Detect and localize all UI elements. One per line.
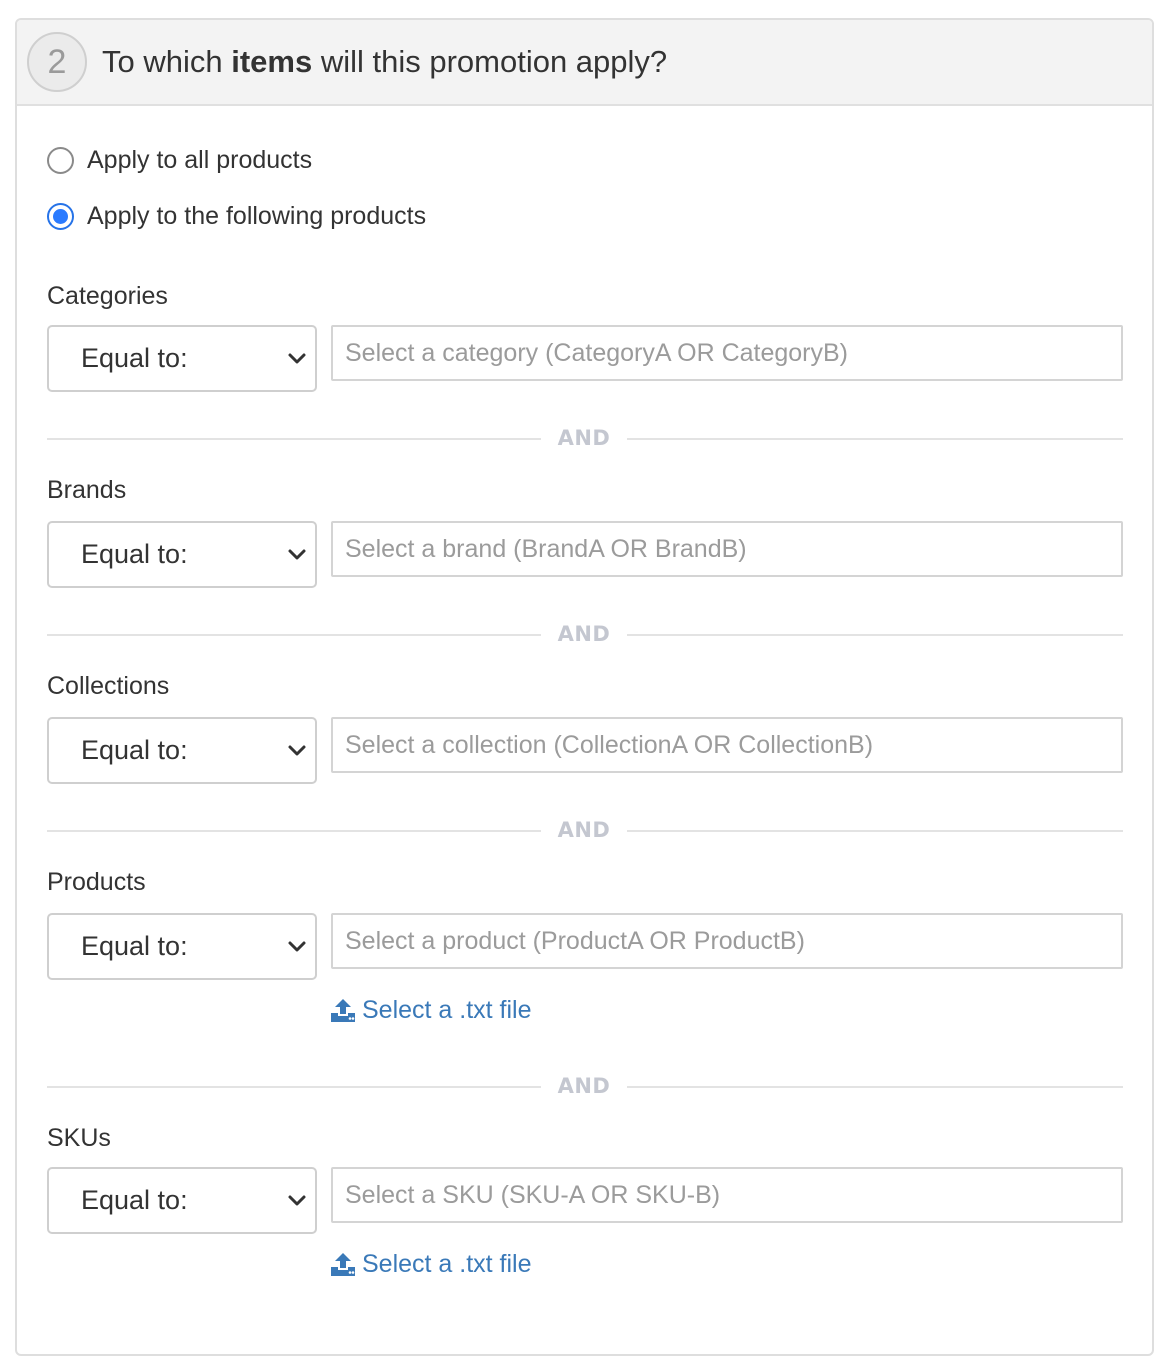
- categories-input[interactable]: [331, 325, 1123, 381]
- chevron-down-icon: [288, 353, 306, 363]
- and-label: AND: [557, 818, 611, 842]
- brands-label: Brands: [47, 476, 127, 504]
- radio-button-apply-following[interactable]: [47, 202, 74, 230]
- skus-input[interactable]: [331, 1167, 1123, 1223]
- products-operator-select[interactable]: Equal to:: [47, 913, 317, 980]
- divider-line: [627, 634, 1123, 636]
- and-divider: AND: [47, 1074, 1123, 1098]
- chevron-down-icon: [288, 1195, 306, 1205]
- categories-label: Categories: [47, 282, 168, 310]
- and-label: AND: [557, 1074, 611, 1098]
- and-divider: AND: [47, 426, 1123, 450]
- collections-operator-select[interactable]: Equal to:: [47, 717, 317, 784]
- categories-operator-value: Equal to:: [81, 343, 188, 373]
- and-label: AND: [557, 622, 611, 646]
- products-operator-value: Equal to:: [81, 931, 188, 961]
- radio-apply-following[interactable]: Apply to the following products: [47, 200, 426, 232]
- upload-icon: [331, 999, 355, 1022]
- chevron-down-icon: [288, 549, 306, 559]
- collections-operator-value: Equal to:: [81, 735, 188, 765]
- panel-title: To which items will this promotion apply…: [102, 44, 667, 80]
- chevron-down-icon: [288, 745, 306, 755]
- categories-operator-select[interactable]: Equal to:: [47, 325, 317, 392]
- collections-label: Collections: [47, 672, 170, 700]
- skus-file-link-label[interactable]: Select a .txt file: [362, 1250, 532, 1279]
- divider-line: [47, 634, 541, 636]
- radio-label-apply-all: Apply to all products: [87, 145, 313, 174]
- divider-line: [47, 830, 541, 832]
- products-label: Products: [47, 868, 146, 896]
- title-bold: items: [231, 44, 313, 79]
- brands-input[interactable]: [331, 521, 1123, 577]
- brands-operator-select[interactable]: Equal to:: [47, 521, 317, 588]
- panel-header: 2 To which items will this promotion app…: [17, 20, 1152, 106]
- chevron-down-icon: [288, 941, 306, 951]
- title-suffix: will this promotion apply?: [312, 44, 668, 79]
- promotion-items-panel: 2 To which items will this promotion app…: [15, 18, 1154, 1356]
- radio-label-apply-following: Apply to the following products: [87, 201, 427, 230]
- skus-file-upload-link[interactable]: Select a .txt file: [330, 1247, 532, 1281]
- and-divider: AND: [47, 818, 1123, 842]
- products-file-link-label[interactable]: Select a .txt file: [362, 996, 532, 1025]
- divider-line: [47, 1086, 541, 1088]
- skus-operator-select[interactable]: Equal to:: [47, 1167, 317, 1234]
- title-prefix: To which: [102, 44, 232, 79]
- and-divider: AND: [47, 622, 1123, 646]
- step-number-badge: 2: [27, 32, 87, 92]
- products-input[interactable]: [331, 913, 1123, 969]
- skus-operator-value: Equal to:: [81, 1185, 188, 1215]
- brands-operator-value: Equal to:: [81, 539, 188, 569]
- divider-line: [627, 1086, 1123, 1088]
- divider-line: [47, 438, 541, 440]
- products-file-upload-link[interactable]: Select a .txt file: [330, 993, 532, 1027]
- radio-button-apply-all[interactable]: [47, 146, 74, 174]
- upload-icon: [331, 1253, 355, 1276]
- divider-line: [627, 438, 1123, 440]
- skus-label: SKUs: [47, 1124, 111, 1152]
- divider-line: [627, 830, 1123, 832]
- radio-apply-all[interactable]: Apply to all products: [47, 144, 312, 176]
- collections-input[interactable]: [331, 717, 1123, 773]
- and-label: AND: [557, 426, 611, 450]
